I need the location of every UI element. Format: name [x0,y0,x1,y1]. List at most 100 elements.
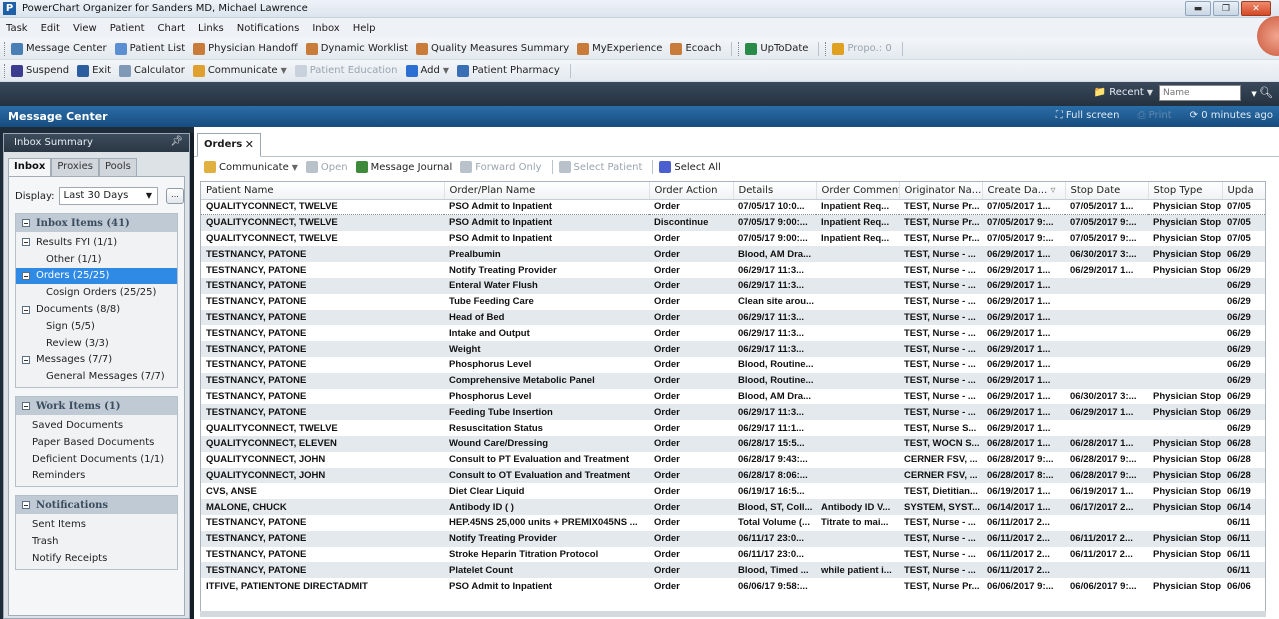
open-button[interactable]: Open [305,161,348,173]
tree-item-documents[interactable]: Documents (8/8) [16,301,177,318]
ecoach-button[interactable]: Ecoach [670,42,721,55]
menu-help[interactable]: Help [353,23,376,34]
table-row[interactable]: TESTNANCY, PATONE Stroke Heparin Titratio… [201,546,1265,563]
column-header-upda[interactable]: Upda [1222,182,1265,200]
forward-only-button[interactable]: Forward Only [460,161,542,173]
quality-measures-summary-button[interactable]: Quality Measures Summary [416,42,569,55]
horizontal-scrollbar[interactable] [200,611,1266,617]
menu-notifications[interactable]: Notifications [237,23,300,34]
collapse-icon[interactable] [22,219,30,227]
table-row[interactable]: QUALITYCONNECT, TWELVE PSO Admit to Inpat… [201,230,1265,247]
tree-item-review[interactable]: Review (3/3) [16,335,177,352]
tree-item-orders[interactable]: Orders (25/25) [16,267,177,285]
menu-links[interactable]: Links [198,23,224,34]
select-all-button[interactable]: Select All [659,161,721,173]
tree-item-other[interactable]: Other (1/1) [16,251,177,268]
tab-orders[interactable]: Orders ✕ [197,133,261,157]
column-header-order-action[interactable]: Order Action [649,182,734,200]
full-screen-button[interactable]: ⛶ Full screen [1056,110,1120,121]
patient-name-search-input[interactable] [1159,85,1241,101]
menu-patient[interactable]: Patient [110,23,145,34]
patient-pharmacy-button[interactable]: Patient Pharmacy [457,64,560,77]
tree-item-saved-documents[interactable]: Saved Documents [16,417,177,434]
patient-list-button[interactable]: Patient List [114,42,185,55]
collapse-icon[interactable] [22,271,30,280]
communicate-button[interactable]: Communicate ▼ [192,64,287,77]
table-row[interactable]: TESTNANCY, PATONE Notify Treating Provide… [201,530,1265,547]
tree-item-sent-items[interactable]: Sent Items [16,516,177,533]
column-header-order-plan-name[interactable]: Order/Plan Name [444,182,650,200]
print-button[interactable]: ⎙ Print [1137,110,1171,121]
close-tab-icon[interactable]: ✕ [245,138,254,151]
table-row[interactable]: TESTNANCY, PATONE Comprehensive Metabolic… [201,372,1265,389]
tree-item-messages[interactable]: Messages (7/7) [16,352,177,369]
display-range-select[interactable]: Last 30 Days ▼ [58,187,159,205]
toolbar-grip[interactable] [4,63,7,78]
column-header-stop-type[interactable]: Stop Type [1148,182,1223,200]
table-row[interactable]: QUALITYCONNECT, JOHN Consult to PT Evalua… [201,451,1265,468]
collapse-icon[interactable] [22,501,30,510]
myexperience-button[interactable]: MyExperience [577,42,662,55]
table-row[interactable]: ITFIVE, PATIENTONE DIRECTADMIT PSO Admit … [201,578,1265,594]
column-header-details[interactable]: Details [733,182,817,200]
table-row[interactable]: TESTNANCY, PATONE Notify Treating Provide… [201,262,1265,278]
tree-item-cosign-orders[interactable]: Cosign Orders (25/25) [16,284,177,301]
suspend-button[interactable]: Suspend [11,64,69,77]
calculator-button[interactable]: Calculator [119,64,185,77]
table-row[interactable]: QUALITYCONNECT, JOHN Consult to OT Evalua… [201,467,1265,484]
toolbar-grip[interactable] [738,41,741,56]
column-header-create-da[interactable]: Create Da... ▿ [982,182,1066,200]
column-header-patient-name[interactable]: Patient Name [201,182,445,200]
physician-handoff-button[interactable]: Physician Handoff [193,42,298,55]
table-row[interactable]: TESTNANCY, PATONE Tube Feeding Care Order C… [201,293,1265,310]
table-row[interactable]: MALONE, CHUCK Antibody ID ( ) Order Blood, … [201,499,1265,515]
table-row[interactable]: TESTNANCY, PATONE Weight Order 06/29/17 11:… [201,341,1265,357]
column-header-originator-na[interactable]: Originator Na... [899,182,983,200]
display-options-button[interactable]: ... [166,188,184,204]
menu-chart[interactable]: Chart [158,23,185,34]
exit-button[interactable]: Exit [77,64,111,77]
message-journal-button[interactable]: Message Journal [355,161,452,173]
menu-view[interactable]: View [73,23,97,34]
table-row[interactable]: CVS, ANSE Diet Clear Liquid Order 06/19/17 … [201,483,1265,500]
tree-item-paper-based-documents[interactable]: Paper Based Documents [16,434,177,451]
toolbar-grip[interactable] [825,41,828,56]
recent-dropdown[interactable]: 📁 Recent ▼ [1094,87,1153,98]
communicate-button[interactable]: Communicate ▼ [204,161,298,173]
tree-item-results-fyi[interactable]: Results FYI (1/1) [16,234,177,251]
table-row[interactable]: TESTNANCY, PATONE Enteral Water Flush Orde… [201,277,1265,294]
collapse-icon[interactable] [22,402,30,411]
table-row[interactable]: TESTNANCY, PATONE Prealbumin Order Blood, A… [201,246,1265,263]
table-row[interactable]: QUALITYCONNECT, ELEVEN Wound Care/Dressin… [201,435,1265,452]
patient-education-button[interactable]: Patient Education [294,64,398,77]
group-header[interactable]: Notifications [16,496,177,515]
toolbar-grip[interactable] [4,41,7,56]
column-header-stop-date[interactable]: Stop Date [1065,182,1149,200]
table-row[interactable]: TESTNANCY, PATONE HEP.45NS 25,000 units +… [201,514,1265,531]
menu-task[interactable]: Task [6,23,28,34]
table-row[interactable]: TESTNANCY, PATONE Intake and Output Order 0… [201,325,1265,342]
group-header[interactable]: Inbox Items (41) [16,214,177,232]
collapse-icon[interactable] [22,305,30,314]
column-header-order-comment[interactable]: Order Comment [816,182,900,200]
dynamic-worklist-button[interactable]: Dynamic Worklist [305,42,408,55]
propo-0-button[interactable]: Propo.: 0 [832,42,892,55]
pin-icon[interactable]: 📌︎ [170,136,183,147]
collapse-icon[interactable] [22,355,30,364]
tree-item-general-messages[interactable]: General Messages (7/7) [16,368,177,385]
uptodate-button[interactable]: UpToDate [745,42,808,55]
search-button[interactable]: ▼ 🔍︎ [1251,86,1273,99]
collapse-icon[interactable] [22,238,30,247]
table-row[interactable]: TESTNANCY, PATONE Feeding Tube Insertion O… [201,404,1265,421]
tree-item-notify-receipts[interactable]: Notify Receipts [16,550,177,567]
close-button[interactable]: ✕ [1241,1,1271,16]
table-row[interactable]: TESTNANCY, PATONE Phosphorus Level Order Bl… [201,356,1265,373]
tree-item-sign[interactable]: Sign (5/5) [16,318,177,335]
table-row[interactable]: TESTNANCY, PATONE Platelet Count Order Bloo… [201,562,1265,579]
table-row[interactable]: QUALITYCONNECT, TWELVE Resuscitation Stat… [201,420,1265,436]
tree-item-trash[interactable]: Trash [16,533,177,550]
group-header[interactable]: Work Items (1) [16,397,177,416]
tab-pools[interactable]: Pools [98,158,137,176]
message-center-button[interactable]: Message Center [11,42,107,55]
table-row[interactable]: TESTNANCY, PATONE Head of Bed Order 06/29/1… [201,309,1265,326]
